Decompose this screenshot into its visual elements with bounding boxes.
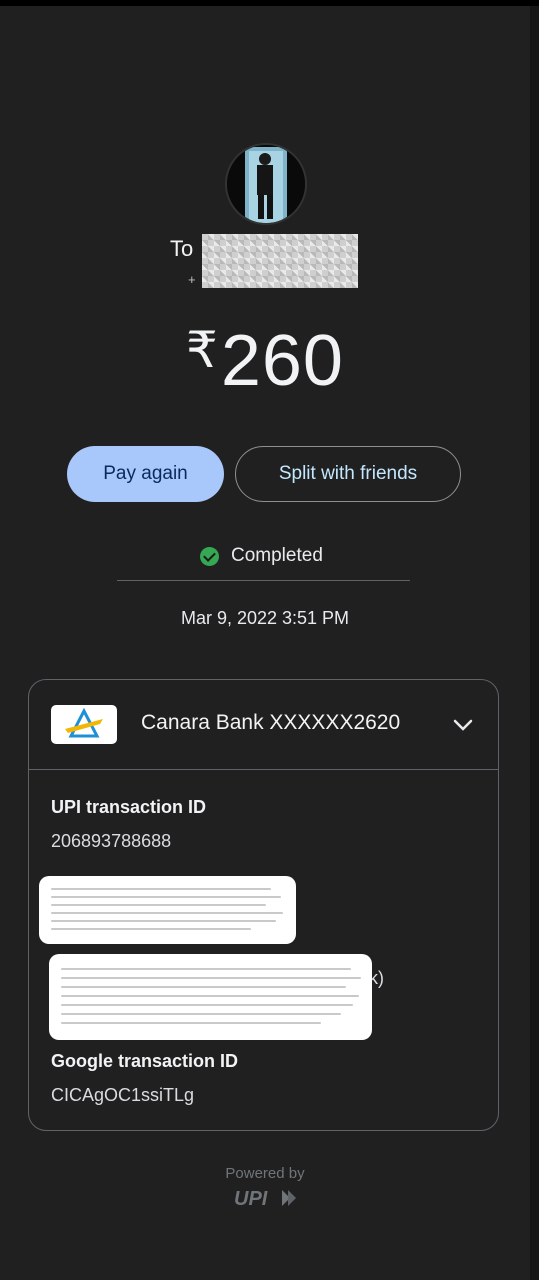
transaction-details-card: Canara Bank XXXXXX2620 UPI transaction I… <box>28 679 499 1131</box>
redacted-region <box>39 876 296 944</box>
check-circle-icon <box>200 546 219 566</box>
transaction-datetime: Mar 9, 2022 3:51 PM <box>180 608 350 628</box>
google-transaction-id-label: Google transaction ID <box>51 1051 239 1071</box>
upi-transaction-id-label: UPI transaction ID <box>51 797 207 817</box>
google-transaction-id-value: CICAgOC1ssiTLg <box>51 1085 195 1105</box>
upi-logo: UPI <box>234 1188 296 1210</box>
payment-amount: ₹260 <box>0 320 530 402</box>
bank-account-name: Canara Bank XXXXXX2620 <box>141 711 401 734</box>
amount-value: 260 <box>220 321 344 401</box>
pay-again-button[interactable]: Pay again <box>67 446 224 502</box>
svg-text:UPI: UPI <box>234 1188 268 1210</box>
to-label: To <box>170 236 194 261</box>
screen-edge <box>530 6 539 1280</box>
split-with-friends-button[interactable]: Split with friends <box>235 446 461 502</box>
powered-by-label: Powered by <box>225 1165 305 1182</box>
chevron-down-icon[interactable] <box>451 713 475 737</box>
currency-symbol: ₹ <box>186 322 219 378</box>
recipient-name-redacted <box>202 234 358 288</box>
redacted-region <box>49 954 372 1040</box>
status-text: Completed <box>231 545 323 566</box>
status-row: Completed <box>200 545 323 567</box>
bank-account-header[interactable]: Canara Bank XXXXXX2620 <box>29 680 498 770</box>
recipient-phone-prefix: + <box>188 272 196 287</box>
upi-transaction-id-value: 206893788688 <box>51 831 172 851</box>
canara-bank-logo <box>51 705 117 744</box>
recipient-avatar <box>225 143 307 225</box>
divider <box>117 580 410 581</box>
